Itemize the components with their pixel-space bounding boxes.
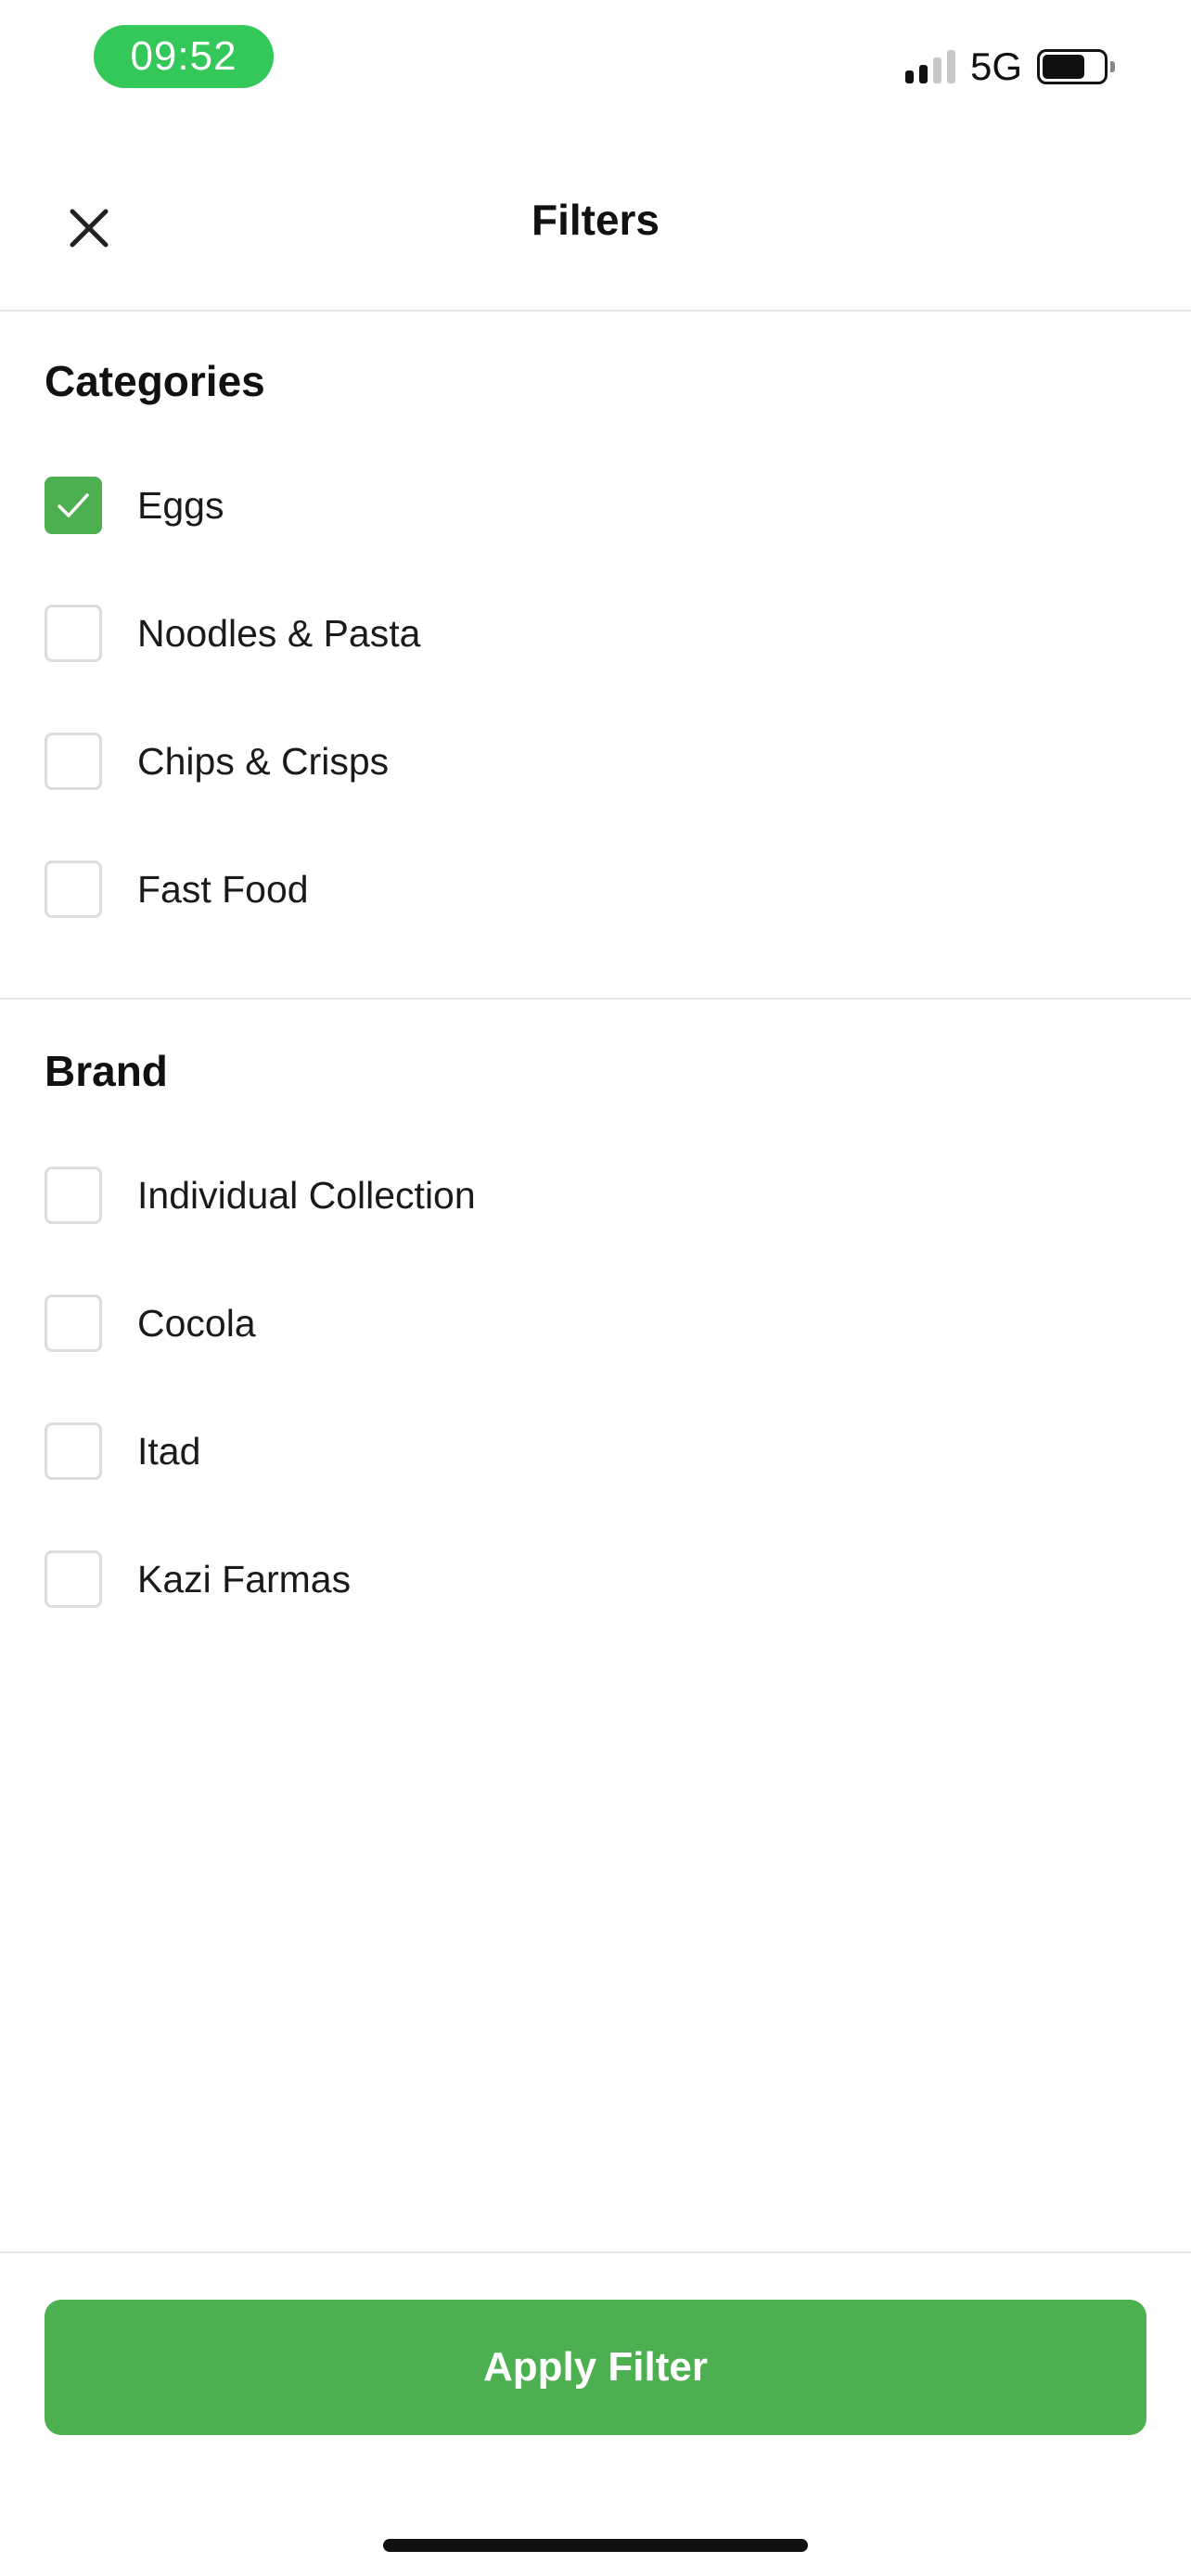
checkbox[interactable] — [45, 1294, 102, 1352]
checkbox[interactable] — [45, 733, 102, 790]
category-option-fast-food[interactable]: Fast Food — [45, 857, 309, 922]
status-indicators: 5G — [904, 45, 1115, 89]
checkbox[interactable] — [45, 1167, 102, 1224]
option-label: Fast Food — [137, 867, 309, 911]
checkbox[interactable] — [45, 861, 102, 918]
checkbox[interactable] — [45, 605, 102, 662]
signal-icon — [904, 50, 955, 83]
page-title: Filters — [531, 196, 660, 244]
option-label: Eggs — [137, 483, 224, 527]
option-label: Kazi Farmas — [137, 1557, 352, 1600]
brand-option-individual-collection[interactable]: Individual Collection — [45, 1163, 476, 1228]
brand-option-itad[interactable]: Itad — [45, 1419, 200, 1484]
category-option-noodles-pasta[interactable]: Noodles & Pasta — [45, 601, 420, 666]
network-type: 5G — [969, 45, 1022, 88]
filters-header: Filters — [0, 158, 1191, 312]
option-label: Noodles & Pasta — [137, 611, 421, 655]
status-time: 09:52 — [94, 25, 274, 88]
home-indicator[interactable] — [383, 2539, 808, 2552]
checkbox[interactable] — [45, 1422, 102, 1480]
brand-heading: Brand — [45, 1047, 168, 1095]
option-label: Individual Collection — [137, 1173, 476, 1217]
apply-filter-button[interactable]: Apply Filter — [45, 2300, 1146, 2435]
checkbox-checked[interactable] — [45, 477, 102, 534]
brand-option-kazi-farmas[interactable]: Kazi Farmas — [45, 1547, 351, 1612]
categories-heading: Categories — [45, 357, 265, 405]
category-option-eggs[interactable]: Eggs — [45, 473, 224, 538]
option-label: Itad — [137, 1429, 201, 1473]
brand-option-cocola[interactable]: Cocola — [45, 1291, 256, 1356]
section-divider — [0, 998, 1191, 1000]
category-option-chips-crisps[interactable]: Chips & Crisps — [45, 729, 389, 794]
checkbox[interactable] — [45, 1550, 102, 1608]
checkmark-icon — [58, 493, 89, 517]
option-label: Cocola — [137, 1301, 256, 1345]
battery-icon — [1037, 49, 1115, 84]
option-label: Chips & Crisps — [137, 739, 390, 783]
footer-divider — [0, 2251, 1191, 2253]
